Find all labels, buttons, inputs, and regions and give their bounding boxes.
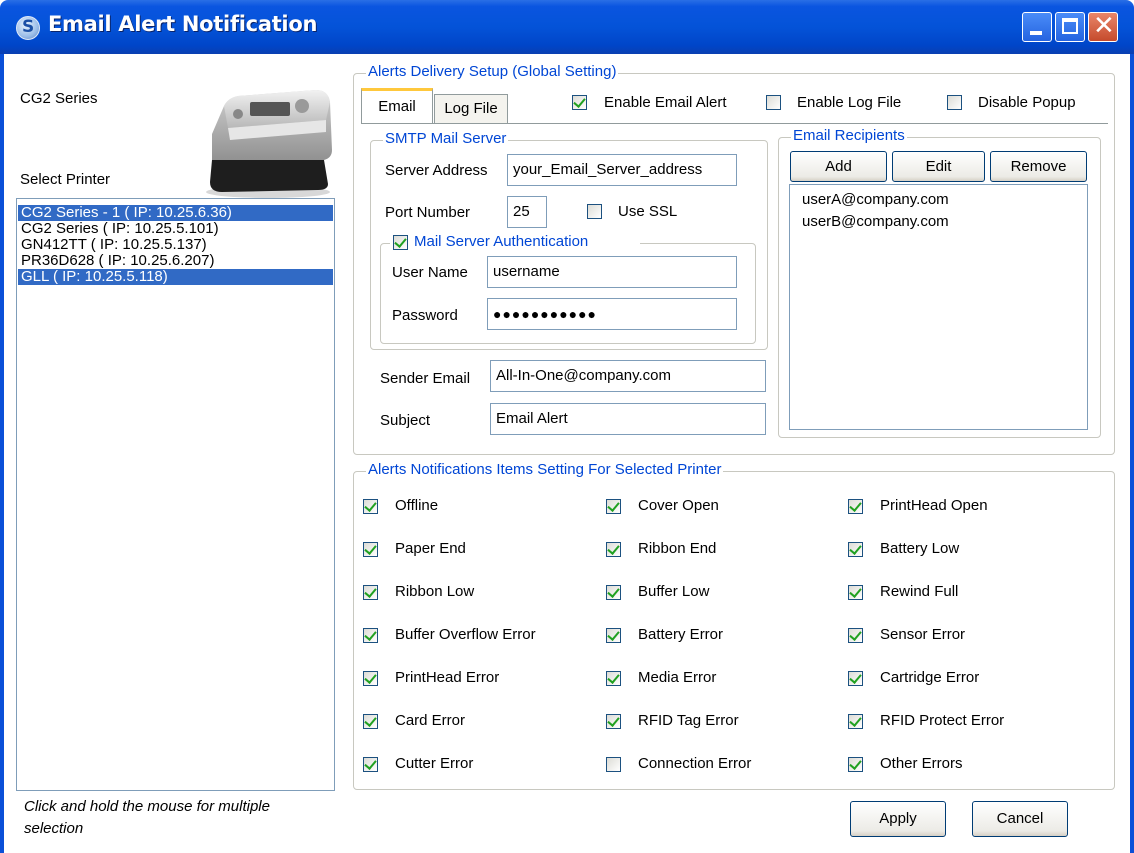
enable-email-alert-checkbox[interactable]: [572, 95, 587, 110]
server-address-label: Server Address: [385, 162, 488, 179]
username-label: User Name: [392, 264, 468, 281]
ribbon-low-checkbox[interactable]: [363, 585, 378, 600]
cancel-button[interactable]: Cancel: [972, 801, 1068, 837]
printer-list-item[interactable]: PR36D628 ( IP: 10.25.6.207): [18, 253, 333, 269]
password-input[interactable]: ●●●●●●●●●●●: [487, 298, 737, 330]
ribbon-end-label: Ribbon End: [638, 540, 717, 557]
card-error-checkbox[interactable]: [363, 714, 378, 729]
select-printer-label: Select Printer: [20, 171, 111, 188]
paper-end-label: Paper End: [395, 540, 466, 557]
email-recipients-label: Email Recipients: [791, 127, 907, 144]
buffer-low-label: Buffer Low: [638, 583, 710, 600]
port-number-input[interactable]: 25: [507, 196, 547, 228]
battery-error-label: Battery Error: [638, 626, 724, 643]
sender-email-label: Sender Email: [380, 370, 471, 387]
subject-label: Subject: [380, 412, 431, 429]
tab-email[interactable]: Email: [361, 88, 433, 124]
multi-select-hint: Click and hold the mouse for multiple se…: [24, 798, 270, 837]
disable-popup-checkbox[interactable]: [947, 95, 962, 110]
buffer-overflow-error-checkbox[interactable]: [363, 628, 378, 643]
paper-end-checkbox[interactable]: [363, 542, 378, 557]
port-number-label: Port Number: [385, 204, 471, 221]
maximize-icon: [1062, 18, 1078, 34]
ribbon-end-checkbox[interactable]: [606, 542, 621, 557]
buffer-overflow-error-label: Buffer Overflow Error: [395, 626, 536, 643]
series-label: CG2 Series: [20, 90, 98, 107]
rfid-tag-error-label: RFID Tag Error: [638, 712, 739, 729]
battery-error-checkbox[interactable]: [606, 628, 621, 643]
buffer-low-checkbox[interactable]: [606, 585, 621, 600]
cartridge-error-checkbox[interactable]: [848, 671, 863, 686]
username-input[interactable]: username: [487, 256, 737, 288]
enable-email-alert-label: Enable Email Alert: [604, 94, 727, 111]
battery-low-checkbox[interactable]: [848, 542, 863, 557]
close-button[interactable]: ✕: [1088, 11, 1118, 42]
window-title: Email Alert Notification: [48, 12, 318, 36]
maximize-button[interactable]: [1055, 12, 1085, 42]
close-icon: ✕: [1093, 11, 1115, 41]
printer-image: [206, 90, 332, 198]
notification-items-label: Alerts Notifications Items Setting For S…: [366, 461, 724, 478]
rewind-full-checkbox[interactable]: [848, 585, 863, 600]
media-error-checkbox[interactable]: [606, 671, 621, 686]
recipients-list[interactable]: userA@company.com userB@company.com: [789, 184, 1088, 430]
printer-list[interactable]: CG2 Series - 1 ( IP: 10.25.6.36) CG2 Ser…: [16, 198, 335, 791]
remove-recipient-button[interactable]: Remove: [990, 151, 1087, 182]
mail-server-auth-checkbox[interactable]: [393, 235, 408, 250]
smtp-group-label: SMTP Mail Server: [383, 130, 509, 147]
printer-list-item[interactable]: GLL ( IP: 10.25.5.118): [18, 269, 333, 285]
offline-label: Offline: [395, 497, 439, 514]
printer-list-item[interactable]: GN412TT ( IP: 10.25.5.137): [18, 237, 333, 253]
rfid-tag-error-checkbox[interactable]: [606, 714, 621, 729]
printhead-open-label: PrintHead Open: [880, 497, 988, 514]
recipient-item[interactable]: userA@company.com: [802, 191, 949, 208]
window-border-right: [1130, 54, 1134, 853]
cutter-error-label: Cutter Error: [395, 755, 474, 772]
delivery-setup-label: Alerts Delivery Setup (Global Setting): [366, 63, 619, 80]
sensor-error-label: Sensor Error: [880, 626, 966, 643]
rfid-protect-error-checkbox[interactable]: [848, 714, 863, 729]
sender-email-input[interactable]: All-In-One@company.com: [490, 360, 766, 392]
minimize-icon: [1030, 31, 1042, 35]
server-address-input[interactable]: your_Email_Server_address: [507, 154, 737, 186]
connection-error-checkbox[interactable]: [606, 757, 621, 772]
printhead-open-checkbox[interactable]: [848, 499, 863, 514]
use-ssl-checkbox[interactable]: [587, 204, 602, 219]
enable-log-file-label: Enable Log File: [797, 94, 902, 111]
ribbon-low-label: Ribbon Low: [395, 583, 475, 600]
disable-popup-label: Disable Popup: [978, 94, 1076, 111]
apply-button[interactable]: Apply: [850, 801, 946, 837]
printer-list-item[interactable]: CG2 Series - 1 ( IP: 10.25.6.36): [18, 205, 333, 221]
minimize-button[interactable]: [1022, 12, 1052, 42]
other-errors-label: Other Errors: [880, 755, 963, 772]
cutter-error-checkbox[interactable]: [363, 757, 378, 772]
use-ssl-label: Use SSL: [618, 203, 678, 220]
cover-open-checkbox[interactable]: [606, 499, 621, 514]
cartridge-error-label: Cartridge Error: [880, 669, 980, 686]
printhead-error-label: PrintHead Error: [395, 669, 500, 686]
printer-list-item[interactable]: CG2 Series ( IP: 10.25.5.101): [18, 221, 333, 237]
rewind-full-label: Rewind Full: [880, 583, 959, 600]
sensor-error-checkbox[interactable]: [848, 628, 863, 643]
battery-low-label: Battery Low: [880, 540, 960, 557]
password-label: Password: [392, 307, 458, 324]
card-error-label: Card Error: [395, 712, 466, 729]
printhead-error-checkbox[interactable]: [363, 671, 378, 686]
other-errors-checkbox[interactable]: [848, 757, 863, 772]
window-border-left: [0, 54, 4, 853]
subject-input[interactable]: Email Alert: [490, 403, 766, 435]
cover-open-label: Cover Open: [638, 497, 719, 514]
enable-log-file-checkbox[interactable]: [766, 95, 781, 110]
add-recipient-button[interactable]: Add: [790, 151, 887, 182]
tab-panel-border: [361, 123, 1108, 124]
recipient-item[interactable]: userB@company.com: [802, 213, 949, 230]
media-error-label: Media Error: [638, 669, 717, 686]
edit-recipient-button[interactable]: Edit: [892, 151, 985, 182]
offline-checkbox[interactable]: [363, 499, 378, 514]
tab-log-file[interactable]: Log File: [434, 94, 508, 124]
app-icon: S: [16, 16, 40, 40]
connection-error-label: Connection Error: [638, 755, 752, 772]
rfid-protect-error-label: RFID Protect Error: [880, 712, 1005, 729]
mail-server-auth-label: Mail Server Authentication: [414, 233, 589, 250]
